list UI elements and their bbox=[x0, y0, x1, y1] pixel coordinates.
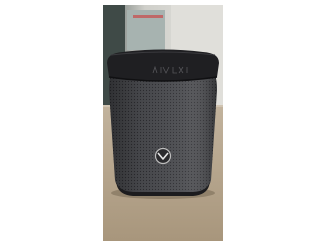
image-viewer bbox=[0, 0, 318, 244]
speaker-top-cap bbox=[107, 49, 219, 81]
speaker-photo bbox=[103, 5, 223, 241]
photo-canvas bbox=[103, 5, 223, 241]
distant-sign bbox=[133, 15, 163, 18]
logo-badge bbox=[154, 147, 172, 165]
speaker-shading bbox=[109, 75, 217, 193]
